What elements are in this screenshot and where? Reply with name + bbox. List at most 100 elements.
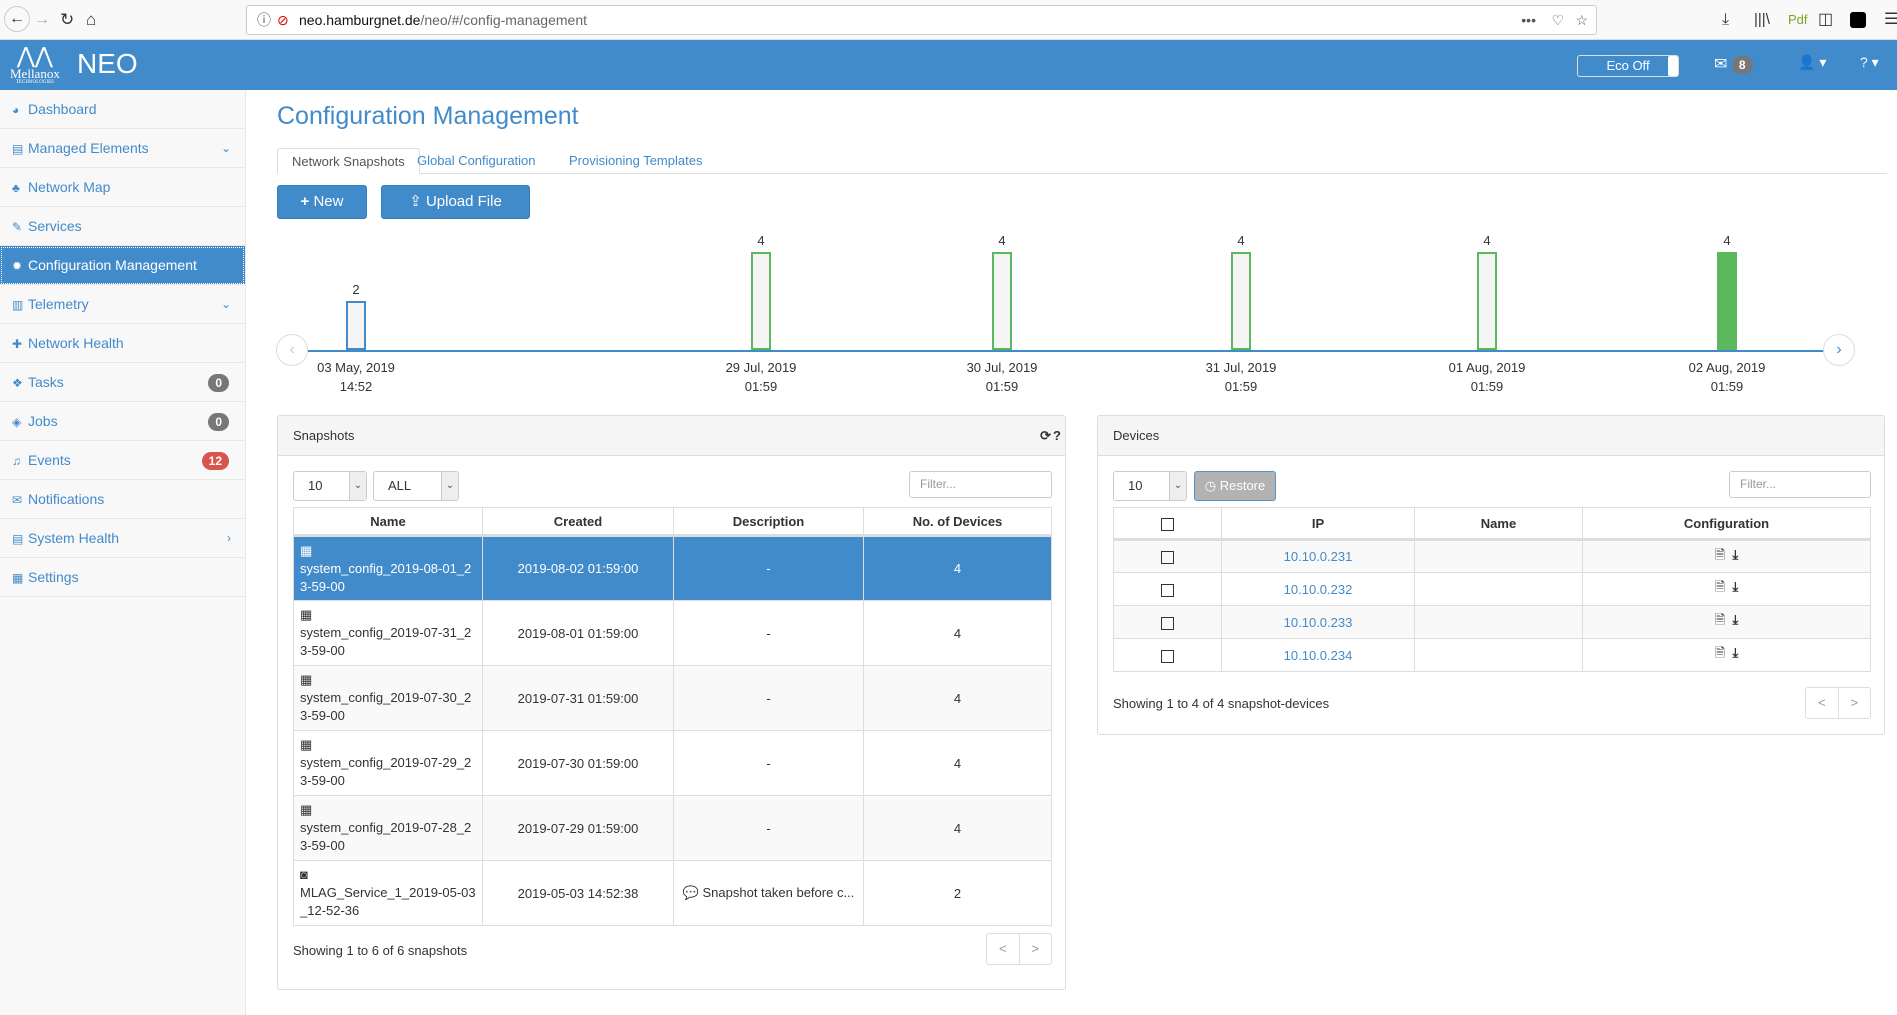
view-config-icon[interactable]: 🗎 xyxy=(1715,645,1725,660)
sidebar-item-settings[interactable]: ▦ Settings xyxy=(0,558,245,597)
envelope-icon: ✉ xyxy=(12,493,23,507)
info-icon[interactable]: ⓘ xyxy=(257,6,271,34)
row-checkbox[interactable] xyxy=(1161,551,1174,565)
devices-info: Showing 1 to 4 of 4 snapshot-devices xyxy=(1113,696,1330,711)
timeline-bar[interactable] xyxy=(751,252,771,350)
new-button[interactable]: + New xyxy=(277,185,367,219)
download-config-icon[interactable]: ⤓ xyxy=(1732,612,1738,627)
tab-network-snapshots[interactable]: Network Snapshots xyxy=(277,148,420,174)
next-page-button[interactable]: > xyxy=(1837,688,1871,718)
device-ip-link[interactable]: 10.10.0.232 xyxy=(1284,582,1353,597)
row-checkbox[interactable] xyxy=(1161,616,1174,630)
view-config-icon[interactable]: 🗎 xyxy=(1715,579,1725,594)
sidebar-item-events[interactable]: ♫ Events 12 xyxy=(0,441,245,480)
table-row[interactable]: ◙ MLAG_Service_1_2019-05-03_12-52-36 2019… xyxy=(293,860,1052,926)
user-menu[interactable]: 👤 ▾ xyxy=(1798,54,1826,71)
pocket-icon[interactable]: ♡ xyxy=(1551,6,1564,34)
snapshots-type-select[interactable]: ALL ⌄ xyxy=(373,471,459,501)
snapshots-pager: < > xyxy=(986,933,1052,965)
snapshots-filter-input[interactable]: Filter... xyxy=(909,471,1052,498)
snapshot-timeline: ‹ › 2 03 May, 2019 14:52 4 29 Jul, 2019 01:59… xyxy=(276,230,1887,405)
refresh-icon[interactable]: ⟳ xyxy=(1040,416,1051,456)
devices-page-size-select[interactable]: 10 ⌄ xyxy=(1113,471,1187,501)
sidebar-item-jobs[interactable]: ◈ Jobs 0 xyxy=(0,402,245,441)
timeline-bar[interactable] xyxy=(1717,252,1737,350)
table-row[interactable]: ▦ system_config_2019-07-31_23-59-00 2019-… xyxy=(293,600,1052,666)
sidebar-item-label: Notifications xyxy=(28,491,105,507)
sidebar-item-label: Network Health xyxy=(28,335,124,351)
col-name[interactable]: Name xyxy=(293,507,483,537)
next-page-button[interactable]: > xyxy=(1018,934,1052,964)
sidebar-item-label: Telemetry xyxy=(28,296,89,312)
sidebar-icon[interactable]: ◫ xyxy=(1818,8,1833,32)
sidebar-item-network-health[interactable]: ✚ Network Health xyxy=(0,324,245,363)
table-row[interactable]: ▦ system_config_2019-07-29_23-59-00 2019-… xyxy=(293,730,1052,796)
snapshots-table: Name Created Description No. of Devices … xyxy=(293,507,1052,926)
snapshots-panel: Snapshots ⟳? 10 ⌄ ALL ⌄ Filter... Name Cre… xyxy=(277,415,1066,990)
col-description[interactable]: Description xyxy=(673,507,864,537)
download-config-icon[interactable]: ⤓ xyxy=(1732,547,1738,562)
timeline-bar[interactable] xyxy=(1477,252,1497,350)
snapshot-created: 2019-07-29 01:59:00 xyxy=(482,795,674,861)
help-menu[interactable]: ? ▾ xyxy=(1860,54,1879,71)
download-config-icon[interactable]: ⤓ xyxy=(1732,645,1738,660)
snapshots-page-size-select[interactable]: 10 ⌄ xyxy=(293,471,367,501)
device-ip-link[interactable]: 10.10.0.233 xyxy=(1284,615,1353,630)
col-device-name[interactable]: Name xyxy=(1414,507,1583,541)
reload-icon[interactable]: ↻ xyxy=(60,8,74,32)
help-icon[interactable]: ? xyxy=(1053,416,1061,456)
messages-button[interactable]: ✉ 8 xyxy=(1714,54,1753,74)
devices-filter-input[interactable]: Filter... xyxy=(1729,471,1871,498)
tab-global-configuration[interactable]: Global Configuration xyxy=(403,148,550,174)
lock-extension-icon[interactable] xyxy=(1850,12,1866,28)
tab-provisioning-templates[interactable]: Provisioning Templates xyxy=(555,148,716,174)
menu-icon[interactable]: ☰ xyxy=(1884,8,1897,32)
timeline-next-button[interactable]: › xyxy=(1823,334,1855,366)
prev-page-button[interactable]: < xyxy=(987,934,1019,964)
row-checkbox[interactable] xyxy=(1161,649,1174,663)
col-created[interactable]: Created xyxy=(482,507,674,537)
pdf-extension-icon[interactable]: Pdf xyxy=(1788,8,1808,32)
device-ip-link[interactable]: 10.10.0.234 xyxy=(1284,648,1353,663)
sidebar-item-tasks[interactable]: ❖ Tasks 0 xyxy=(0,363,245,402)
sidebar-item-configuration-management[interactable]: ✹ Configuration Management xyxy=(0,246,245,285)
view-config-icon[interactable]: 🗎 xyxy=(1715,547,1725,562)
restore-button[interactable]: ◷ Restore xyxy=(1194,471,1276,501)
col-configuration[interactable]: Configuration xyxy=(1582,507,1871,541)
sidebar-item-services[interactable]: ✎ Services xyxy=(0,207,245,246)
sidebar-item-dashboard[interactable]: ◕ Dashboard xyxy=(0,90,245,129)
select-all-checkbox[interactable] xyxy=(1161,517,1174,531)
view-config-icon[interactable]: 🗎 xyxy=(1715,612,1725,627)
library-icon[interactable]: |||\ xyxy=(1754,8,1770,32)
download-config-icon[interactable]: ⤓ xyxy=(1732,579,1738,594)
chevron-down-icon: ⌄ xyxy=(220,297,231,311)
sidebar-item-managed-elements[interactable]: ▤ Managed Elements ⌄ xyxy=(0,129,245,168)
bar-chart-icon: ▥ xyxy=(12,298,24,312)
sidebar-item-notifications[interactable]: ✉ Notifications xyxy=(0,480,245,519)
table-row[interactable]: ▦ system_config_2019-08-01_23-59-00 2019-… xyxy=(293,535,1052,601)
forward-icon[interactable]: → xyxy=(34,8,50,32)
timeline-bar[interactable] xyxy=(346,301,366,350)
bookmark-star-icon[interactable]: ☆ xyxy=(1575,6,1588,34)
sidebar-item-telemetry[interactable]: ▥ Telemetry ⌄ xyxy=(0,285,245,324)
col-devices[interactable]: No. of Devices xyxy=(863,507,1052,537)
address-bar[interactable]: ⓘ ⊘ neo.hamburgnet.de/neo/#/config-manag… xyxy=(246,5,1597,35)
timeline-bar[interactable] xyxy=(992,252,1012,350)
more-icon[interactable]: ••• xyxy=(1521,6,1536,34)
home-icon[interactable]: ⌂ xyxy=(86,8,96,32)
sidebar-item-system-health[interactable]: ▤ System Health › xyxy=(0,519,245,558)
table-row[interactable]: ▦ system_config_2019-07-30_23-59-00 2019-… xyxy=(293,665,1052,731)
eco-toggle[interactable]: Eco Off xyxy=(1577,55,1679,77)
back-icon[interactable]: ← xyxy=(4,6,30,32)
bell-icon: ♫ xyxy=(12,454,21,468)
browser-toolbar: ← → ↻ ⌂ ⓘ ⊘ neo.hamburgnet.de/neo/#/conf… xyxy=(0,0,1897,40)
device-ip-link[interactable]: 10.10.0.231 xyxy=(1284,549,1353,564)
timeline-bar[interactable] xyxy=(1231,252,1251,350)
table-row[interactable]: ▦ system_config_2019-07-28_23-59-00 2019-… xyxy=(293,795,1052,861)
row-checkbox[interactable] xyxy=(1161,583,1174,597)
prev-page-button[interactable]: < xyxy=(1806,688,1838,718)
col-ip[interactable]: IP xyxy=(1221,507,1415,541)
download-icon[interactable]: ⤓ xyxy=(1722,8,1729,32)
upload-file-button[interactable]: ⇪ Upload File xyxy=(381,185,530,219)
sidebar-item-network-map[interactable]: ♣ Network Map xyxy=(0,168,245,207)
